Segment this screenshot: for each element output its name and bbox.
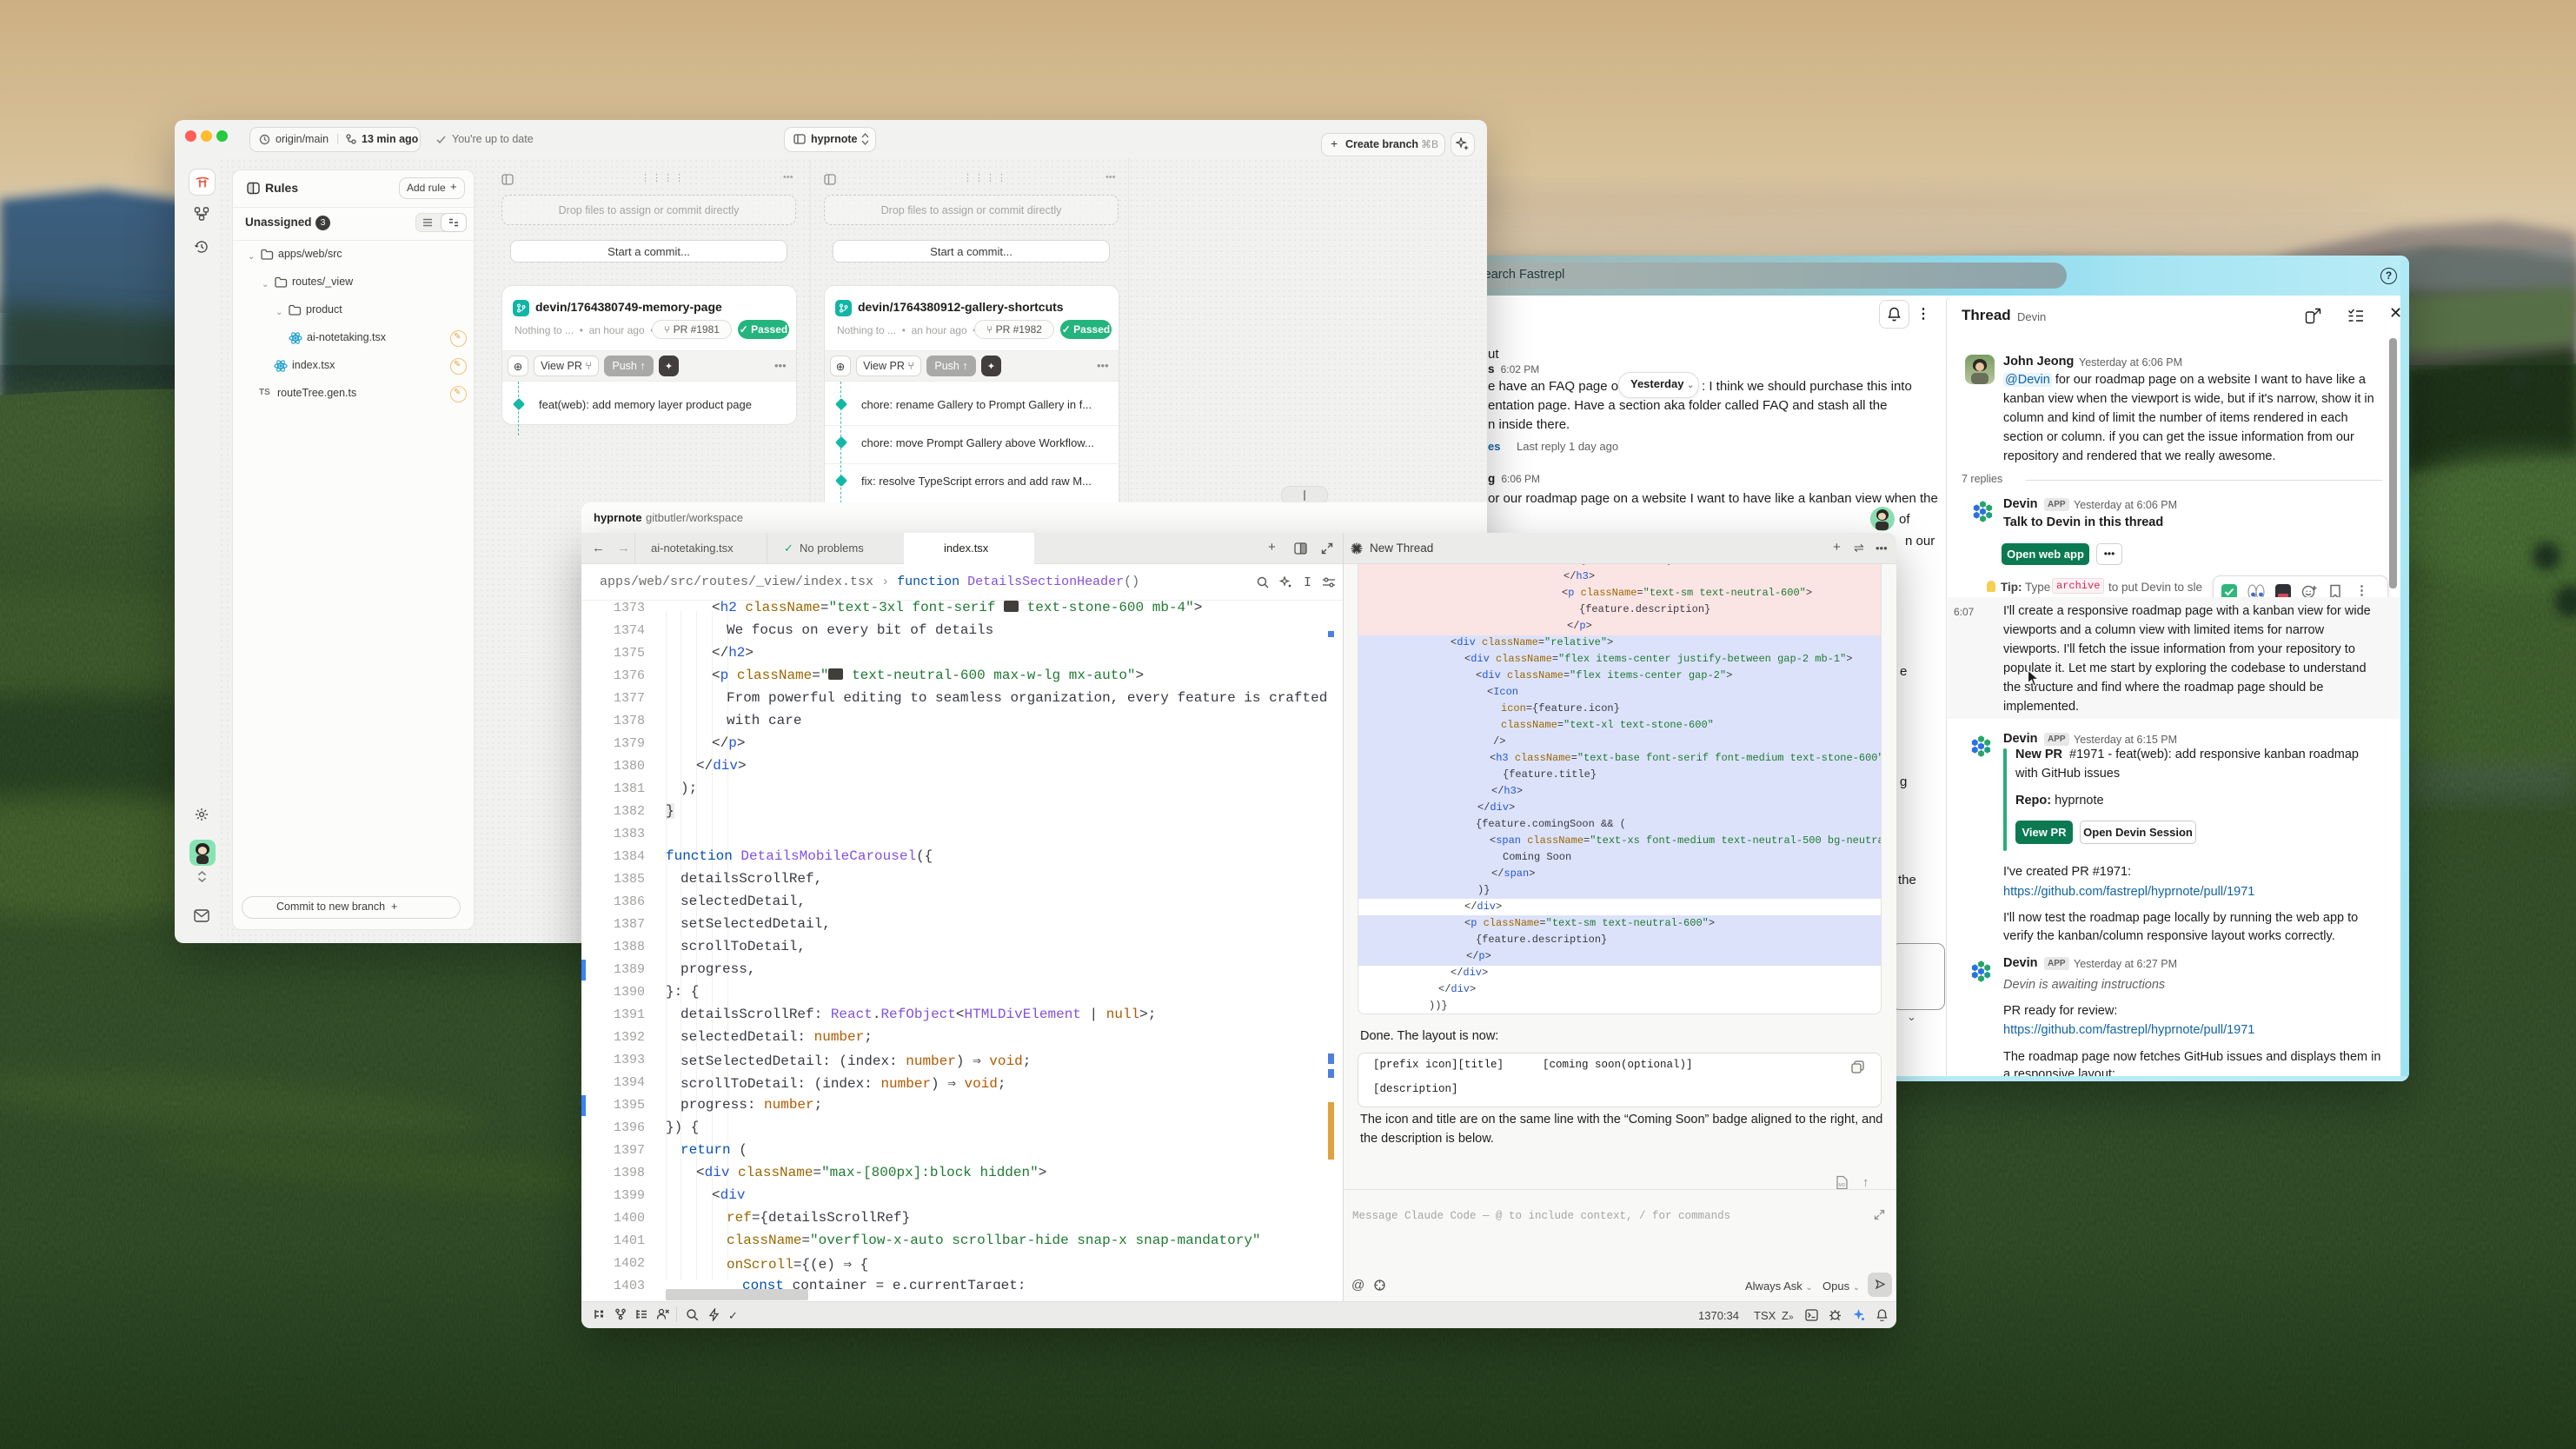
svg-text:MD: MD xyxy=(1839,1183,1846,1188)
